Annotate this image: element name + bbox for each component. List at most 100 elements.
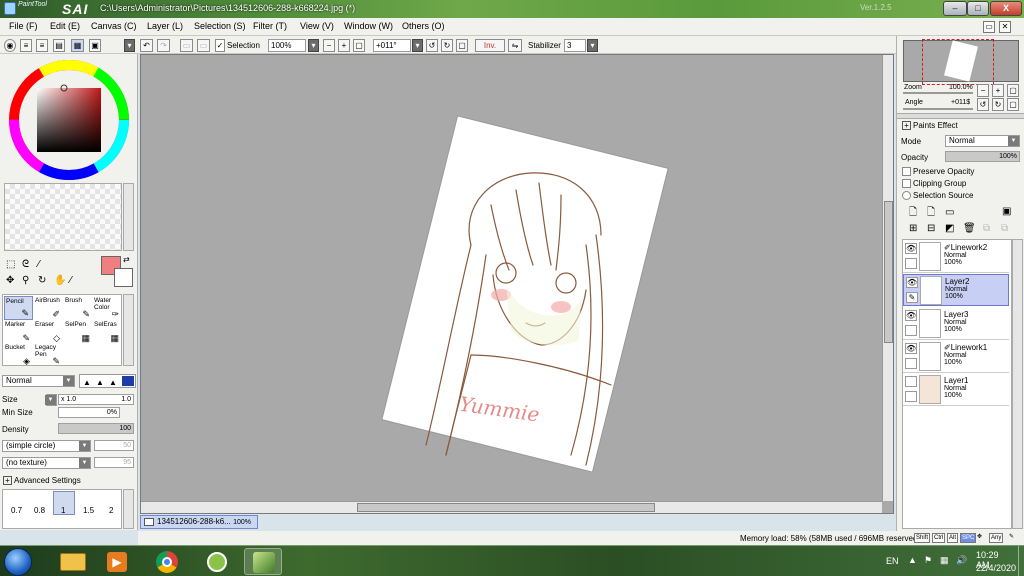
preset-0-7[interactable]: 0.7 [11,506,22,515]
network-icon[interactable]: ▦ [940,555,949,566]
rgb-slider-tab-icon[interactable]: ≡ [20,39,32,52]
panel-splitter[interactable] [897,113,1024,119]
menu-view[interactable]: View (V) [300,21,334,31]
size-field[interactable]: x 1.0 1.0 [58,394,134,405]
tool-eraser[interactable]: Eraser ◇ [34,320,63,344]
secondary-color-swatch[interactable] [114,268,133,287]
volume-icon[interactable]: 🔊 [956,555,967,566]
layer-lock-toggle[interactable] [905,358,917,369]
menu-others[interactable]: Others (O) [402,21,445,31]
layer-lock-toggle[interactable] [905,325,917,336]
scratchpad-tab-icon[interactable]: ▣ [89,39,101,52]
paints-effect-label[interactable]: Paints Effect [913,121,958,130]
language-indicator[interactable]: EN [886,556,899,566]
eye-icon[interactable]: 👁 [905,310,917,321]
rotate-reset-button[interactable]: ▢ [456,39,468,52]
tray-expand-icon[interactable]: ▲ [908,555,917,565]
layer-row-linework2[interactable]: 👁 ✐Linework2 Normal 100% [903,241,1009,273]
layer-panel-settings-icon[interactable]: ▣ [1002,207,1011,217]
close-button[interactable]: X [990,1,1022,16]
menu-edit[interactable]: Edit (E) [50,21,80,31]
nav-zoom-reset-button[interactable]: ▢ [1007,84,1019,97]
nav-rotate-ccw-button[interactable]: ↺ [977,98,989,111]
layer-lock-toggle[interactable] [905,258,917,269]
stabilizer-field[interactable]: 3 [564,39,586,52]
invert-view-button[interactable]: Inv. [475,39,505,52]
mixer-tab-icon[interactable]: ▤ [53,39,65,52]
selection-source-checkbox[interactable] [902,191,911,200]
nav-zoom-in-button[interactable]: + [992,84,1004,97]
flip-view-button[interactable]: ⇋ [508,39,522,52]
mdi-restore-button[interactable]: ▭ [983,21,995,33]
apply-mask-icon[interactable]: ⧉ [983,224,990,234]
plus-icon[interactable]: + [3,476,12,485]
navigator-preview[interactable] [903,39,1019,85]
rotate-cw-button[interactable]: ↻ [441,39,453,52]
swatch-area[interactable] [4,183,122,251]
menu-canvas[interactable]: Canvas (C) [91,21,137,31]
preserve-opacity-checkbox[interactable] [902,167,911,176]
visibility-toggle[interactable] [905,376,917,387]
layers-scrollbar[interactable] [1012,239,1023,529]
zoom-slider[interactable] [903,92,973,94]
zoom-reset-button[interactable]: ▢ [353,39,365,52]
merge-down-icon[interactable]: ⊟ [927,224,935,234]
taskbar-paint-tool-sai[interactable] [244,548,282,575]
menu-file[interactable]: File (F) [9,21,38,31]
canvas-horizontal-thumb[interactable] [357,503,655,512]
minimize-button[interactable]: – [943,1,967,16]
eye-icon[interactable]: 👁 [906,277,918,288]
hard-edge-icon[interactable]: ▲ [109,378,117,387]
layer-opacity-field[interactable]: 100% [945,151,1020,162]
rect-select-icon[interactable]: ⬚ [6,260,15,270]
menu-selection[interactable]: Selection (S) [194,21,246,31]
tool-seleras[interactable]: SelEras ▦ [93,320,122,344]
clock-date[interactable]: 22/4/2020 [976,563,1016,573]
delete-layer-icon[interactable]: 🗑 [963,224,976,234]
panel-menu-icon[interactable]: ▾ [124,39,135,52]
canvas-horizontal-scrollbar[interactable] [141,501,882,513]
zoom-in-button[interactable]: + [338,39,350,52]
lasso-icon[interactable]: ᘓ [22,260,29,270]
min-size-field[interactable]: 0% [58,407,120,418]
invert-selection-button[interactable]: ▭ [197,39,210,52]
layer-row-layer3[interactable]: 👁 Layer3 Normal 100% [903,308,1009,340]
taskbar-app4[interactable] [198,548,236,575]
angle-field[interactable]: +011° [373,39,411,52]
stabilizer-dropdown-icon[interactable]: ▾ [587,39,598,52]
preset-0-8[interactable]: 0.8 [34,506,45,515]
layer-lock-toggle[interactable] [905,391,917,402]
swatch-scrollbar[interactable] [123,183,134,251]
zoom-out-button[interactable]: − [323,39,335,52]
nav-rotate-cw-button[interactable]: ↻ [992,98,1004,111]
tool-pencil[interactable]: Pencil ✎ [4,296,33,320]
hand-icon[interactable]: ✋ [54,276,66,286]
tool-watercolor[interactable]: Water Color ✑ [93,296,122,320]
preset-1[interactable]: 1 [61,506,65,515]
color-wheel[interactable] [6,58,132,182]
brush-shape-strength[interactable]: 50 [94,440,134,451]
redo-button[interactable]: ↷ [157,39,170,52]
density-field[interactable]: 100 [58,423,134,434]
hsv-slider-tab-icon[interactable]: ≡ [36,39,48,52]
texture-strength[interactable]: 95 [94,457,134,468]
new-linework-layer-icon[interactable]: 🗋 [927,208,935,218]
clipping-group-checkbox[interactable] [902,179,911,188]
preset-2[interactable]: 2 [109,506,113,515]
show-desktop-button[interactable] [1018,546,1024,576]
menu-layer[interactable]: Layer (L) [147,21,183,31]
color-wheel-tab-icon[interactable]: ◉ [4,39,16,52]
tool-brush[interactable]: Brush ✎ [64,296,93,320]
canvas-vertical-scrollbar[interactable] [882,55,893,501]
eye-icon[interactable]: 👁 [905,243,917,254]
plus-icon[interactable]: + [902,121,911,130]
tool-selpen[interactable]: SelPen ▦ [64,320,93,344]
nav-rotate-reset-button[interactable]: ▢ [1007,98,1019,111]
taskbar-explorer[interactable] [54,548,92,575]
blend-mode-select[interactable]: Normal ▼ [2,375,75,387]
layer-row-linework1[interactable]: 👁 ✐Linework1 Normal 100% [903,341,1009,373]
menu-window[interactable]: Window (W) [344,21,393,31]
zoom-dropdown-icon[interactable]: ▾ [308,39,319,52]
zoom-tool-icon[interactable]: ⚲ [22,276,29,286]
brush-lock-icon[interactable]: ✎ [906,292,918,303]
